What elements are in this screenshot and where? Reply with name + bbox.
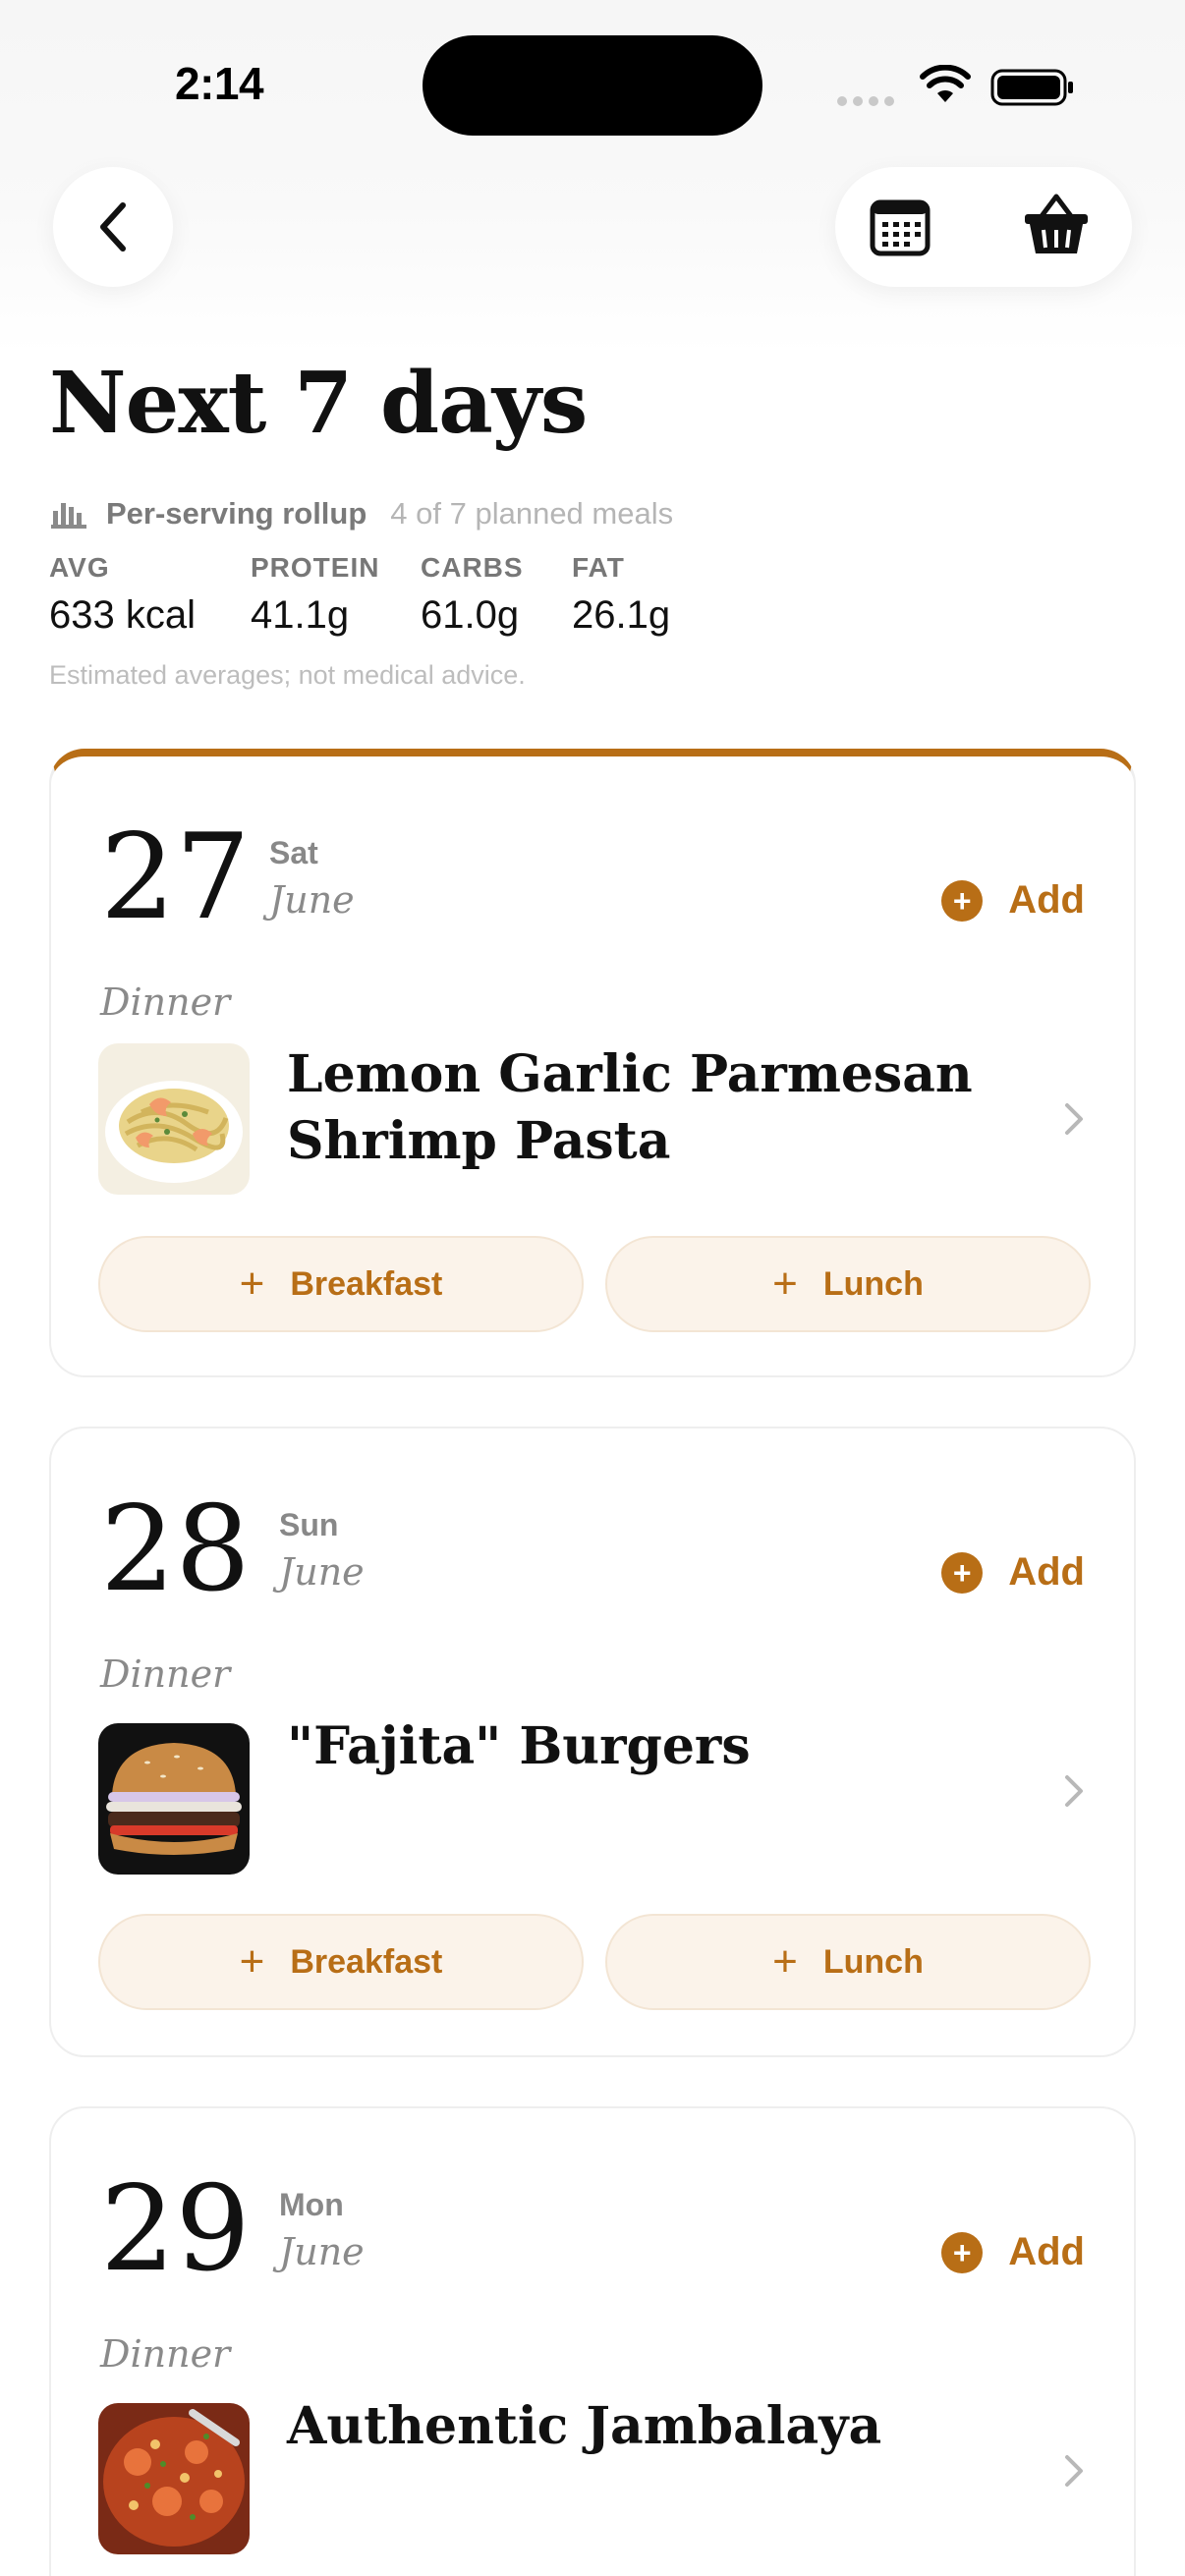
- chevron-right-icon[interactable]: [1063, 1774, 1085, 1808]
- plus-icon: +: [772, 1937, 798, 1986]
- macro-value: 26.1g: [572, 593, 671, 637]
- day-number: 27: [100, 810, 251, 946]
- macro-label: AVG: [49, 552, 110, 583]
- plus-icon: +: [772, 1260, 798, 1308]
- add-label: Add: [1008, 1550, 1085, 1594]
- add-lunch-button[interactable]: + Lunch: [605, 1236, 1091, 1332]
- macro-label: CARBS: [421, 552, 524, 583]
- bar-chart-icon: [51, 503, 86, 529]
- battery-icon: [990, 69, 1073, 106]
- rollup-count: 4 of 7 planned meals: [390, 496, 674, 531]
- day-number: 28: [100, 1482, 251, 1618]
- plus-icon: +: [239, 1260, 265, 1308]
- rollup-label: Per-serving rollup: [106, 496, 367, 531]
- signal-icon: [837, 96, 894, 106]
- slot-label: Lunch: [822, 1942, 924, 1981]
- day-card: 29 Mon June + Add Dinner Authentic Jamba…: [49, 2106, 1136, 2576]
- chevron-left-icon: [100, 202, 126, 252]
- day-weekday: Sat: [269, 835, 318, 870]
- add-lunch-button[interactable]: + Lunch: [605, 1914, 1091, 2010]
- plus-icon: +: [239, 1937, 265, 1986]
- slot-label: Breakfast: [290, 1264, 443, 1303]
- add-meal-button[interactable]: + Add: [941, 1550, 1085, 1595]
- day-card: 28 Sun June + Add Dinner "Fajita" Burger…: [49, 1427, 1136, 2057]
- calendar-icon[interactable]: [869, 196, 931, 257]
- macro-carbs: CARBS 61.0g: [421, 552, 524, 638]
- chevron-right-icon[interactable]: [1063, 2454, 1085, 2488]
- slot-label: Breakfast: [290, 1942, 443, 1981]
- add-meal-button[interactable]: + Add: [941, 2230, 1085, 2274]
- day-month: June: [279, 1550, 365, 1594]
- meal-title[interactable]: Lemon Garlic Parmesan Shrimp Pasta: [287, 1041, 994, 1175]
- macro-value: 61.0g: [421, 593, 520, 637]
- page-title: Next 7 days: [49, 354, 588, 453]
- plus-circle-icon: +: [941, 1551, 984, 1594]
- pasta-image: [98, 1043, 250, 1195]
- nav-actions: [835, 167, 1132, 287]
- macro-avg: AVG 633 kcal: [49, 552, 196, 638]
- macro-value: 633 kcal: [49, 593, 196, 637]
- macro-label: FAT: [572, 552, 625, 583]
- meal-thumbnail[interactable]: [98, 1043, 250, 1195]
- day-number: 29: [100, 2161, 251, 2298]
- meal-thumbnail[interactable]: [98, 2403, 250, 2554]
- disclaimer: Estimated averages; not medical advice.: [49, 660, 526, 690]
- meal-title[interactable]: Authentic Jambalaya: [287, 2393, 994, 2460]
- jambalaya-image: [98, 2403, 250, 2554]
- meal-thumbnail[interactable]: [98, 1723, 250, 1875]
- rollup-row: Per-serving rollup 4 of 7 planned meals: [51, 496, 673, 532]
- status-icons: [837, 61, 1083, 110]
- add-breakfast-button[interactable]: + Breakfast: [98, 1236, 584, 1332]
- day-card: 27 Sat June + Add Dinner Lemon Garlic Pa…: [49, 749, 1136, 1377]
- meal-type: Dinner: [100, 980, 231, 1024]
- macro-label: PROTEIN: [251, 552, 380, 583]
- dynamic-island: [423, 35, 762, 136]
- shopping-basket-icon[interactable]: [1022, 191, 1091, 259]
- plus-circle-icon: +: [941, 2231, 984, 2273]
- meal-type: Dinner: [100, 1652, 231, 1696]
- add-label: Add: [1008, 878, 1085, 922]
- plus-circle-icon: +: [941, 879, 984, 922]
- burger-image: [98, 1723, 250, 1875]
- macro-value: 41.1g: [251, 593, 350, 637]
- day-weekday: Sun: [279, 1507, 339, 1542]
- meal-title[interactable]: "Fajita" Burgers: [287, 1713, 994, 1780]
- macro-protein: PROTEIN 41.1g: [251, 552, 379, 638]
- add-meal-button[interactable]: + Add: [941, 878, 1085, 923]
- macro-fat: FAT 26.1g: [572, 552, 670, 638]
- day-weekday: Mon: [279, 2187, 344, 2222]
- add-breakfast-button[interactable]: + Breakfast: [98, 1914, 584, 2010]
- slot-label: Lunch: [822, 1264, 924, 1303]
- meal-type: Dinner: [100, 2332, 231, 2376]
- day-month: June: [279, 2230, 365, 2273]
- day-month: June: [269, 878, 355, 922]
- status-time: 2:14: [175, 58, 264, 109]
- add-label: Add: [1008, 2230, 1085, 2273]
- back-button[interactable]: [53, 167, 173, 287]
- wifi-icon: [920, 65, 971, 102]
- chevron-right-icon[interactable]: [1063, 1102, 1085, 1136]
